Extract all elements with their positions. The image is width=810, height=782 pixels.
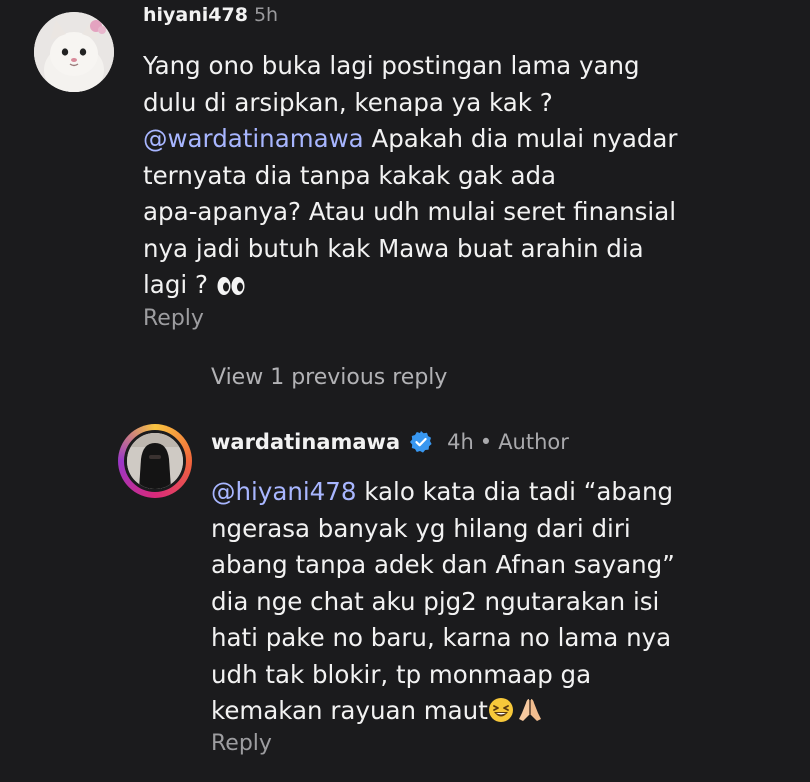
reply-username[interactable]: wardatinamawa <box>211 430 400 454</box>
comment-line: Yang ono buka lagi postingan lama yang <box>143 51 640 80</box>
view-previous-reply-link[interactable]: View 1 previous reply <box>211 365 447 390</box>
author-label: Author <box>498 430 569 454</box>
praying-hands-emoji-icon <box>518 697 542 734</box>
comment-line-text: lagi ? <box>143 270 216 299</box>
comment-line: dulu di arsipkan, kenapa ya kak ? <box>143 87 553 117</box>
avatar[interactable] <box>124 430 186 492</box>
comment-time: 5h <box>253 4 279 26</box>
reply-time: 4h <box>447 430 474 454</box>
comment-line: apa-apanya? Atau udh mulai seret finansi… <box>143 197 677 226</box>
comment-header: hiyani478 5h <box>143 4 278 26</box>
avatar[interactable] <box>34 12 114 92</box>
comment-username[interactable]: hiyani478 <box>143 4 248 26</box>
reply-line-text: kalo kata dia tadi “abang <box>356 477 674 506</box>
grinning-squinting-emoji-icon <box>488 697 514 734</box>
reply-line: @hiyani478 kalo kata dia tadi “abang <box>211 474 801 511</box>
reply-header: wardatinamawa 4h • Author <box>211 430 569 454</box>
veiled-woman-avatar-icon <box>127 433 183 489</box>
reply-line: ngerasa banyak yg hilang dari diri <box>211 513 631 543</box>
comment-text: Yang ono buka lagi postingan lama yang d… <box>143 48 803 308</box>
reply-line: udh tak blokir, tp monmaap ga <box>211 659 592 689</box>
comment-line-text: Apakah dia mulai nyadar <box>363 124 678 153</box>
comment-line: lagi ? <box>143 267 803 308</box>
separator-dot: • <box>479 430 493 454</box>
comment-line: @wardatinamawa Apakah dia mulai nyadar <box>143 121 803 158</box>
comment-thread: hiyani478 5h Yang ono buka lagi postingan… <box>0 0 810 782</box>
reply-line: abang tanpa adek dan Afnan sayang” <box>211 550 675 579</box>
reply-line-text: kemakan rayuan maut <box>211 696 488 725</box>
verified-badge-icon <box>409 430 433 454</box>
comment-line: nya jadi butuh kak Mawa buat arahin dia <box>143 233 644 263</box>
reply-button[interactable]: Reply <box>143 306 204 331</box>
mention-link[interactable]: @hiyani478 <box>211 477 356 506</box>
eyes-emoji-icon <box>216 271 246 308</box>
reply-line: hati pake no baru, karna no lama nya <box>211 623 672 652</box>
mention-link[interactable]: @wardatinamawa <box>143 124 364 153</box>
reply-line: kemakan rayuan maut <box>211 693 801 734</box>
reply-button[interactable]: Reply <box>211 731 272 756</box>
cat-avatar-icon <box>34 12 114 92</box>
comment-line: ternyata dia tanpa kakak gak ada <box>143 160 557 190</box>
reply-line: dia nge chat aku pjg2 ngutarakan isi <box>211 586 660 616</box>
reply-text: @hiyani478 kalo kata dia tadi “abang nge… <box>211 474 801 734</box>
